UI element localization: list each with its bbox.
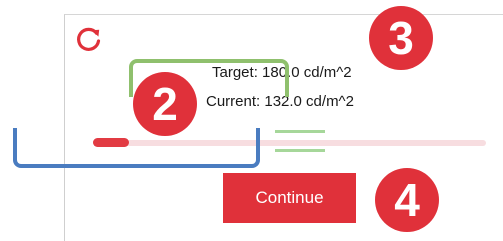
annotation-badge-2: 2	[133, 72, 197, 136]
annotation-badge-3: 3	[369, 6, 433, 70]
refresh-icon[interactable]	[74, 24, 104, 54]
continue-button[interactable]: Continue	[223, 173, 356, 223]
target-zone-marker	[275, 130, 325, 152]
annotation-badge-4: 4	[375, 168, 439, 232]
screenshot-stage: Target: 180.0 cd/m^2 Current: 132.0 cd/m…	[0, 0, 503, 241]
annotation-blue-bracket	[13, 128, 260, 168]
